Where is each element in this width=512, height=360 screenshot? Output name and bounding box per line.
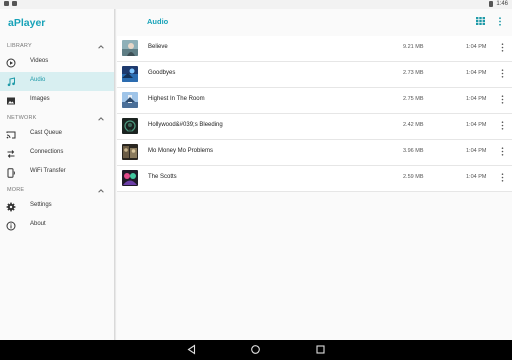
sidebar-item-label: WiFi Transfer xyxy=(30,168,66,174)
sidebar-item-label: About xyxy=(30,221,46,227)
system-navigation-bar xyxy=(0,340,512,360)
chevron-up-icon xyxy=(97,115,105,123)
section-more[interactable]: MORE xyxy=(0,184,114,198)
track-size: 2.73 MB xyxy=(403,70,424,76)
album-art-thumbnail xyxy=(122,170,138,186)
main-panel: Audio Believe 9.21 MB 1:04 PM Goodbyes 2… xyxy=(117,9,512,340)
track-time: 1:04 PM xyxy=(466,70,487,76)
section-label: LIBRARY xyxy=(7,43,32,49)
list-item[interactable]: Believe 9.21 MB 1:04 PM xyxy=(117,36,512,62)
sidebar: aPlayer LIBRARY Videos Audio Images NETW… xyxy=(0,9,114,340)
sidebar-item-wifi-transfer[interactable]: WiFi Transfer xyxy=(0,163,114,182)
image-icon xyxy=(6,96,16,106)
more-vert-icon[interactable] xyxy=(500,95,505,104)
more-vert-icon[interactable] xyxy=(500,69,505,78)
sidebar-item-settings[interactable]: Settings xyxy=(0,197,114,216)
music-note-icon xyxy=(6,77,16,87)
status-notifications xyxy=(4,1,17,6)
album-art-thumbnail xyxy=(122,92,138,108)
track-time: 1:04 PM xyxy=(466,174,487,180)
notification-icon xyxy=(12,1,17,6)
track-title: Hollywood&#039;s Bleeding xyxy=(148,122,223,128)
track-size: 9.21 MB xyxy=(403,44,424,50)
track-time: 1:04 PM xyxy=(466,148,487,154)
cast-icon xyxy=(6,130,16,140)
sidebar-item-about[interactable]: About xyxy=(0,216,114,235)
sidebar-item-cast-queue[interactable]: Cast Queue xyxy=(0,125,114,144)
grid-view-icon[interactable] xyxy=(476,17,485,25)
track-title: Highest In The Room xyxy=(148,96,205,102)
status-bar: 1:46 xyxy=(0,0,512,9)
play-circle-icon xyxy=(6,58,16,68)
app-title: aPlayer xyxy=(8,17,46,29)
sidebar-item-label: Audio xyxy=(30,77,46,83)
list-item[interactable]: Mo Money Mo Problems 3.96 MB 1:04 PM xyxy=(117,140,512,166)
audio-list: Believe 9.21 MB 1:04 PM Goodbyes 2.73 MB… xyxy=(117,36,512,192)
status-time: 1:46 xyxy=(496,1,508,7)
track-time: 1:04 PM xyxy=(466,96,487,102)
section-network[interactable]: NETWORK xyxy=(0,112,114,126)
list-item[interactable]: The Scotts 2.59 MB 1:04 PM xyxy=(117,166,512,192)
more-vert-icon[interactable] xyxy=(500,43,505,52)
track-time: 1:04 PM xyxy=(466,44,487,50)
album-art-thumbnail xyxy=(122,40,138,56)
sidebar-item-label: Cast Queue xyxy=(30,130,63,136)
track-size: 2.42 MB xyxy=(403,122,424,128)
track-title: Goodbyes xyxy=(148,70,176,76)
sidebar-item-label: Connections xyxy=(30,149,64,155)
section-label: MORE xyxy=(7,187,25,193)
list-item[interactable]: Highest In The Room 2.75 MB 1:04 PM xyxy=(117,88,512,114)
more-vert-icon[interactable] xyxy=(500,147,505,156)
battery-icon xyxy=(489,1,494,7)
back-icon[interactable] xyxy=(186,344,197,355)
chevron-up-icon xyxy=(97,43,105,51)
connections-icon xyxy=(6,149,16,159)
track-title: Mo Money Mo Problems xyxy=(148,148,214,154)
notification-icon xyxy=(4,1,9,6)
sidebar-item-label: Settings xyxy=(30,202,52,208)
album-art-thumbnail xyxy=(122,118,138,134)
toolbar: Audio xyxy=(117,9,512,33)
home-icon[interactable] xyxy=(250,344,261,355)
track-size: 2.75 MB xyxy=(403,96,424,102)
album-art-thumbnail xyxy=(122,66,138,82)
info-icon xyxy=(6,221,16,231)
more-vert-icon[interactable] xyxy=(500,121,505,130)
chevron-up-icon xyxy=(97,187,105,195)
more-vert-icon[interactable] xyxy=(500,173,505,182)
status-right: 1:46 xyxy=(489,1,508,7)
recents-icon[interactable] xyxy=(315,344,326,355)
sidebar-item-audio[interactable]: Audio xyxy=(0,72,114,91)
sidebar-item-videos[interactable]: Videos xyxy=(0,53,114,72)
track-title: Believe xyxy=(148,44,168,50)
sidebar-item-label: Videos xyxy=(30,58,49,64)
section-label: NETWORK xyxy=(7,115,37,121)
track-time: 1:04 PM xyxy=(466,122,487,128)
album-art-thumbnail xyxy=(122,144,138,160)
list-item[interactable]: Goodbyes 2.73 MB 1:04 PM xyxy=(117,62,512,88)
sidebar-item-images[interactable]: Images xyxy=(0,91,114,110)
gear-icon xyxy=(6,202,16,212)
track-size: 3.96 MB xyxy=(403,148,424,154)
sidebar-item-connections[interactable]: Connections xyxy=(0,144,114,163)
sidebar-item-label: Images xyxy=(30,96,50,102)
page-title: Audio xyxy=(147,17,169,26)
track-title: The Scotts xyxy=(148,174,177,180)
list-item[interactable]: Hollywood&#039;s Bleeding 2.42 MB 1:04 P… xyxy=(117,114,512,140)
more-vert-icon[interactable] xyxy=(496,17,504,26)
phone-transfer-icon xyxy=(6,168,16,178)
section-library[interactable]: LIBRARY xyxy=(0,40,114,54)
track-size: 2.59 MB xyxy=(403,174,424,180)
